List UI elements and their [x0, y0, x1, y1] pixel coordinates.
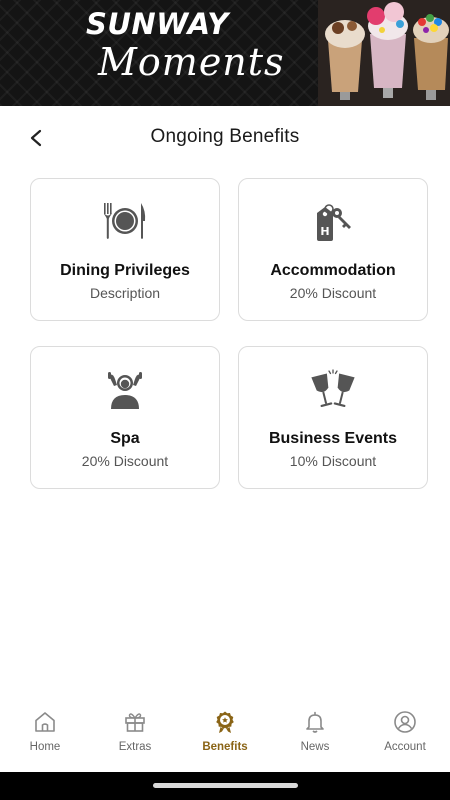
nav-item-home[interactable]: Home	[0, 700, 90, 770]
spa-massage-icon	[108, 372, 142, 409]
benefit-title: Dining Privileges	[60, 262, 190, 279]
system-navigation-bar	[0, 772, 450, 800]
benefit-title: Accommodation	[270, 262, 396, 279]
benefit-card-accommodation[interactable]: H Accommodation 20% Discount	[238, 178, 428, 321]
brand-logo-script: Moments	[98, 40, 285, 84]
benefit-subtitle: 20% Discount	[81, 453, 169, 469]
champagne-glasses-icon	[311, 369, 355, 407]
bell-icon	[306, 711, 324, 733]
nav-label: Extras	[118, 741, 152, 753]
dining-plate-icon	[104, 203, 146, 239]
award-badge-icon	[216, 711, 234, 733]
benefit-card-spa[interactable]: Spa 20% Discount	[30, 346, 220, 489]
brand-logo: SUNWAY Moments	[86, 8, 306, 84]
gift-icon	[125, 713, 145, 732]
nav-item-extras[interactable]: Extras	[90, 700, 180, 770]
benefit-subtitle: 20% Discount	[289, 285, 377, 301]
benefit-card-dining[interactable]: Dining Privileges Description	[30, 178, 220, 321]
user-circle-icon	[394, 711, 416, 733]
benefit-card-business-events[interactable]: Business Events 10% Discount	[238, 346, 428, 489]
nav-label: Account	[384, 741, 426, 753]
bottom-nav: Home Extras Benefits News Account	[0, 700, 450, 770]
nav-item-benefits[interactable]: Benefits	[180, 700, 270, 770]
page-title: Ongoing Benefits	[150, 126, 300, 147]
nav-item-news[interactable]: News	[270, 700, 360, 770]
nav-label: Benefits	[202, 741, 248, 753]
home-icon	[35, 712, 55, 732]
home-indicator[interactable]	[153, 783, 298, 788]
nav-label: News	[300, 741, 330, 753]
benefit-subtitle: Description	[89, 285, 161, 301]
brand-logo-top: SUNWAY	[86, 7, 229, 41]
nav-item-account[interactable]: Account	[360, 700, 450, 770]
benefit-title: Spa	[110, 430, 140, 447]
nav-label: Home	[29, 741, 61, 753]
milkshakes-image	[318, 0, 450, 106]
page-header: Ongoing Benefits	[0, 106, 450, 170]
svg-text:H: H	[320, 225, 329, 238]
benefit-title: Business Events	[268, 430, 398, 447]
hero-banner: SUNWAY Moments	[0, 0, 450, 106]
benefit-subtitle: 10% Discount	[289, 453, 377, 469]
hotel-key-icon: H	[317, 204, 351, 241]
